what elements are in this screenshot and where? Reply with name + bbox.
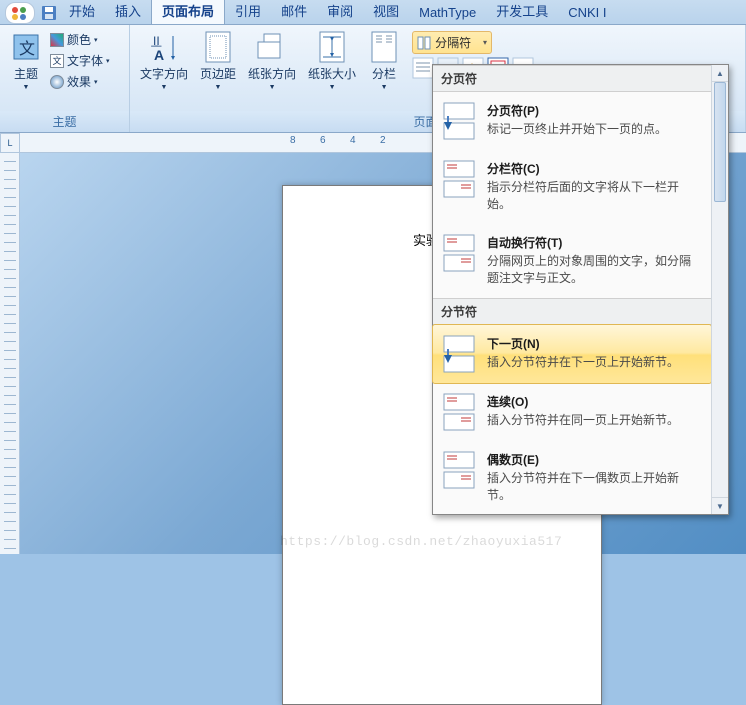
svg-text:A: A	[154, 47, 164, 63]
tab-开始[interactable]: 开始	[59, 0, 105, 24]
tab-审阅[interactable]: 审阅	[317, 0, 363, 24]
vertical-ruler[interactable]	[0, 153, 20, 554]
break-option-icon	[443, 335, 475, 373]
dropdown-scrollbar[interactable]: ▲ ▼	[711, 65, 728, 514]
tab-页面布局[interactable]: 页面布局	[151, 0, 225, 24]
page-break-item-2[interactable]: 自动换行符(T) 分隔网页上的对象周围的文字，如分隔题注文字与正文。	[433, 224, 711, 298]
break-option-title: 分栏符(C)	[487, 160, 701, 177]
tab-CNKI I[interactable]: CNKI I	[558, 2, 616, 24]
tab-视图[interactable]: 视图	[363, 0, 409, 24]
scroll-down-icon[interactable]: ▼	[712, 497, 728, 514]
themes-button[interactable]: 文 主题 ▼	[6, 29, 46, 91]
break-option-title: 分页符(P)	[487, 102, 701, 119]
margins-button[interactable]: 页边距▼	[196, 29, 240, 91]
break-option-icon	[443, 234, 475, 272]
scroll-thumb[interactable]	[714, 82, 726, 202]
break-option-title: 偶数页(E)	[487, 451, 701, 468]
break-option-desc: 指示分栏符后面的文字将从下一栏开始。	[487, 179, 701, 214]
theme-fonts[interactable]: 文文字体▾	[50, 52, 110, 69]
break-option-icon	[443, 160, 475, 198]
break-option-desc: 插入分节符并在同一页上开始新节。	[487, 412, 701, 429]
orientation-button[interactable]: 纸张方向▼	[244, 29, 300, 91]
theme-colors[interactable]: 颜色▾	[50, 31, 110, 48]
svg-text:I̲I̲: I̲I̲	[151, 34, 162, 48]
group-label-theme: 主题	[0, 111, 129, 132]
ruler-tick-label: 4	[350, 135, 356, 146]
break-option-title: 连续(O)	[487, 393, 701, 410]
office-button[interactable]	[5, 2, 35, 24]
columns-button[interactable]: 分栏▼	[364, 29, 404, 91]
break-option-desc: 分隔网页上的对象周围的文字，如分隔题注文字与正文。	[487, 253, 701, 288]
break-option-title: 下一页(N)	[487, 335, 701, 352]
tab-开发工具[interactable]: 开发工具	[486, 0, 558, 24]
page-break-item-1[interactable]: 分栏符(C) 指示分栏符后面的文字将从下一栏开始。	[433, 150, 711, 224]
section-break-item-2[interactable]: 偶数页(E) 插入分节符并在下一偶数页上开始新节。	[433, 441, 711, 515]
breaks-icon	[417, 36, 431, 50]
break-option-icon	[443, 451, 475, 489]
page-break-item-0[interactable]: 分页符(P) 标记一页终止并开始下一页的点。	[433, 92, 711, 150]
tab-插入[interactable]: 插入	[105, 0, 151, 24]
line-numbers-icon[interactable]	[412, 57, 434, 79]
tab-引用[interactable]: 引用	[225, 0, 271, 24]
break-option-icon	[443, 393, 475, 431]
text-direction-button[interactable]: I̲I̲A 文字方向▼	[136, 29, 192, 91]
break-option-icon	[443, 102, 475, 140]
ruler-corner[interactable]: L	[0, 133, 20, 153]
tab-邮件[interactable]: 邮件	[271, 0, 317, 24]
save-icon[interactable]	[41, 5, 57, 21]
breaks-dropdown: 分页符 分页符(P) 标记一页终止并开始下一页的点。分栏符(C) 指示分栏符后面的文…	[432, 64, 729, 515]
tab-strip: 开始插入页面布局引用邮件审阅视图MathType开发工具CNKI I	[0, 0, 746, 25]
section-break-item-1[interactable]: 连续(O) 插入分节符并在同一页上开始新节。	[433, 383, 711, 441]
svg-text:文: 文	[19, 40, 35, 58]
break-option-desc: 插入分节符并在下一偶数页上开始新节。	[487, 470, 701, 505]
watermark-text: https://blog.csdn.net/zhaoyuxia517	[280, 534, 562, 549]
dropdown-section-page-breaks: 分页符	[433, 65, 711, 92]
break-option-title: 自动换行符(T)	[487, 234, 701, 251]
ruler-tick-label: 2	[380, 135, 386, 146]
dropdown-section-section-breaks: 分节符	[433, 298, 711, 325]
ruler-tick-label: 8	[290, 135, 296, 146]
ruler-tick-label: 6	[320, 135, 326, 146]
tab-MathType[interactable]: MathType	[409, 2, 486, 24]
scroll-up-icon[interactable]: ▲	[712, 65, 728, 82]
break-option-desc: 标记一页终止并开始下一页的点。	[487, 121, 701, 138]
section-break-item-0[interactable]: 下一页(N) 插入分节符并在下一页上开始新节。	[432, 324, 712, 384]
theme-effects[interactable]: 效果▾	[50, 73, 110, 90]
break-option-desc: 插入分节符并在下一页上开始新节。	[487, 354, 701, 371]
breaks-button[interactable]: 分隔符▾	[412, 31, 492, 54]
page-size-button[interactable]: 纸张大小▼	[304, 29, 360, 91]
